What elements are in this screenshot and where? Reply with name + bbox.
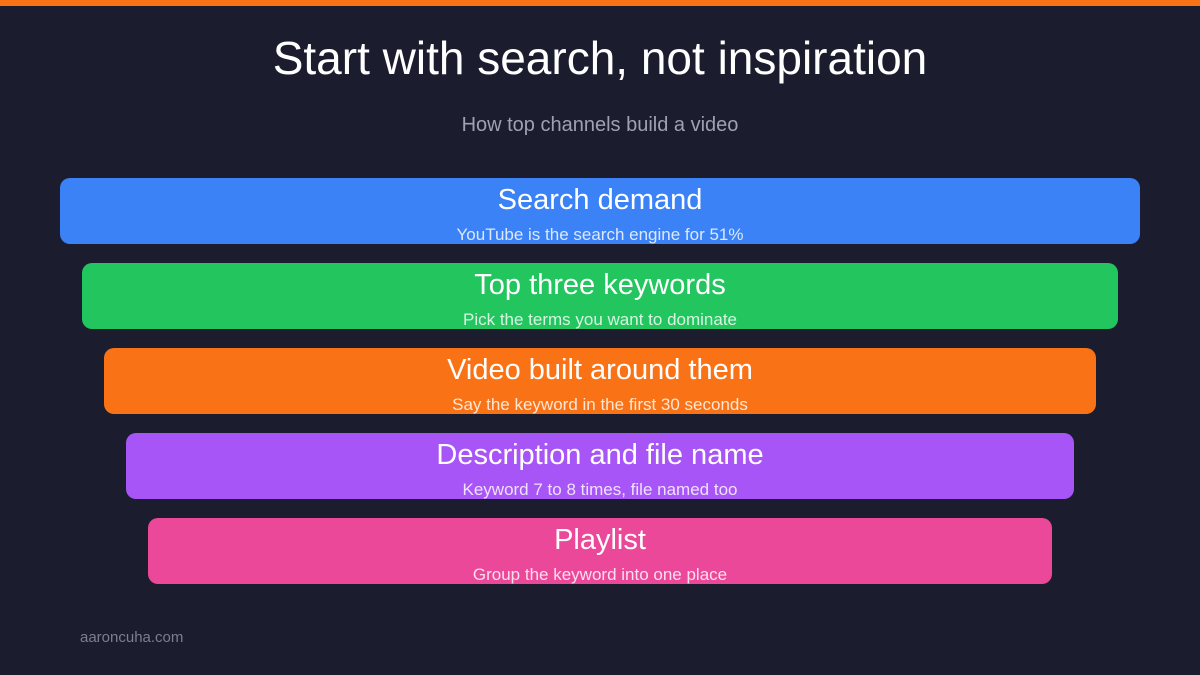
- step-label: Playlist: [554, 524, 646, 556]
- funnel-step-video-built-around-them: Video built around them Say the keyword …: [104, 348, 1096, 414]
- step-description: Say the keyword in the first 30 seconds: [452, 395, 748, 414]
- step-description: Group the keyword into one place: [472, 565, 728, 584]
- footer-site: aaroncuha.com: [80, 629, 184, 646]
- top-accent-bar: [0, 0, 1200, 6]
- funnel-step-top-three-keywords: Top three keywords Pick the terms you wa…: [82, 263, 1118, 329]
- step-label: Top three keywords: [474, 269, 726, 301]
- step-label: Video built around them: [447, 354, 753, 386]
- step-label: Search demand: [497, 184, 703, 216]
- funnel-step-search-demand: Search demand YouTube is the search engi…: [60, 178, 1140, 244]
- page-title: Start with search, not inspiration: [272, 32, 928, 84]
- funnel-step-description-and-file-name: Description and file name Keyword 7 to 8…: [126, 433, 1074, 499]
- step-description: YouTube is the search engine for 51%: [456, 225, 744, 244]
- step-label: Description and file name: [436, 439, 764, 471]
- step-description: Keyword 7 to 8 times, file named too: [462, 480, 738, 499]
- page-subtitle: How top channels build a video: [461, 114, 739, 136]
- step-description: Pick the terms you want to dominate: [462, 310, 738, 329]
- funnel-step-playlist: Playlist Group the keyword into one plac…: [148, 518, 1052, 584]
